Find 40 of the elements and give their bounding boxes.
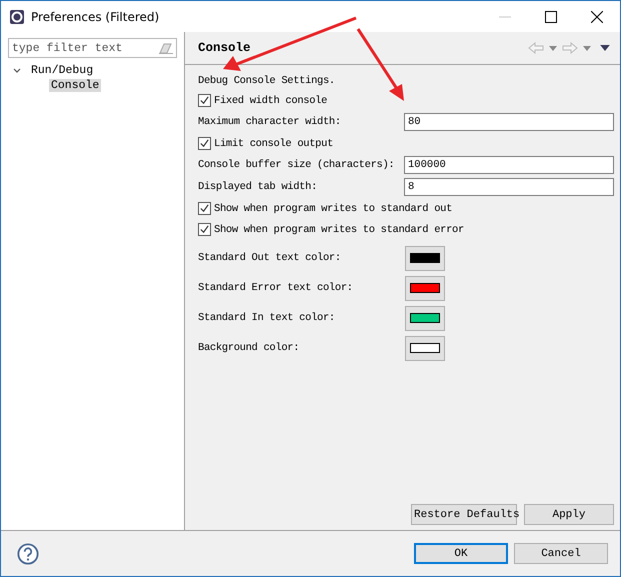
view-menu-icon[interactable] bbox=[600, 45, 610, 51]
page-button[interactable]: Restore Defaults bbox=[411, 504, 517, 525]
checkbox[interactable] bbox=[198, 137, 211, 150]
input-field[interactable]: 100000 bbox=[404, 156, 614, 174]
field-label: Background color: bbox=[198, 342, 300, 354]
dropdown-icon[interactable] bbox=[549, 46, 557, 50]
input-field[interactable]: 8 bbox=[404, 178, 614, 196]
window-title: Preferences (Filtered) bbox=[31, 10, 160, 24]
checkbox-label[interactable]: Limit console output bbox=[214, 138, 334, 150]
field-label: Maximum character width: bbox=[198, 116, 342, 128]
page-button[interactable]: Apply bbox=[524, 504, 614, 525]
dialog-button[interactable]: OK bbox=[414, 543, 508, 564]
color-button[interactable] bbox=[405, 306, 445, 330]
maximize-icon[interactable] bbox=[545, 10, 557, 22]
help-icon[interactable] bbox=[17, 542, 39, 564]
chevron-icon[interactable] bbox=[13, 68, 21, 74]
field-label: Displayed tab width: bbox=[198, 181, 318, 193]
dropdown-icon[interactable] bbox=[583, 46, 591, 50]
field-label: Standard Error text color: bbox=[198, 282, 354, 294]
page-title: Console bbox=[198, 41, 251, 55]
checkbox[interactable] bbox=[198, 223, 211, 236]
app-icon bbox=[9, 8, 25, 24]
input-field[interactable]: 80 bbox=[404, 113, 614, 131]
checkbox[interactable] bbox=[198, 202, 211, 215]
checkbox-label[interactable]: Show when program writes to standard out bbox=[214, 202, 452, 214]
tree-item[interactable]: Console bbox=[49, 79, 102, 92]
close-icon[interactable] bbox=[591, 10, 603, 22]
field-label: Console buffer size (characters): bbox=[198, 159, 396, 171]
field-label: Standard In text color: bbox=[198, 312, 336, 324]
section-label: Debug Console Settings. bbox=[198, 74, 336, 86]
checkbox-label[interactable]: Fixed width console bbox=[214, 94, 328, 106]
tree-item[interactable]: Run/Debug bbox=[29, 64, 96, 77]
checkbox-label[interactable]: Show when program writes to standard error bbox=[214, 224, 464, 236]
color-button[interactable] bbox=[405, 276, 445, 300]
filter-field[interactable]: type filter text bbox=[8, 38, 177, 58]
field-label: Standard Out text color: bbox=[198, 252, 342, 264]
color-button[interactable] bbox=[405, 246, 445, 270]
dialog-button[interactable]: Cancel bbox=[514, 543, 608, 564]
color-button[interactable] bbox=[405, 336, 445, 360]
checkbox[interactable] bbox=[198, 94, 211, 107]
